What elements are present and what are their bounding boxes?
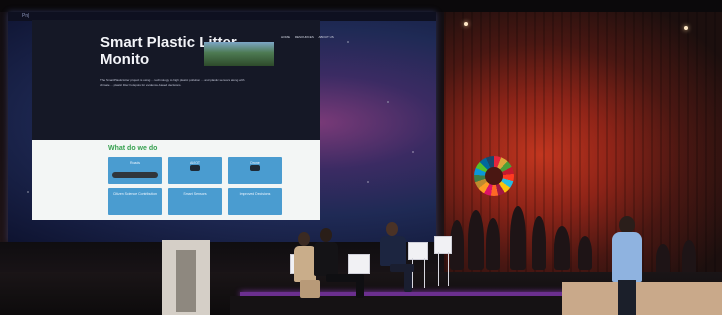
card-ai-iot: AI/IOT [168,157,222,184]
stage-front [230,296,580,315]
drone-icon [250,165,260,171]
card-label: Citizen Science Contribution [113,192,157,196]
panelist-head [386,222,398,236]
panelist-head [320,228,332,242]
conference-stage: Pn| Smart Plastic Litter Monito HOME RES… [0,0,722,315]
camera-icon [190,165,200,171]
speaker-body [612,232,642,282]
spotlight [684,26,688,30]
road-icon [112,172,158,178]
spotlight [464,22,468,26]
ceiling [0,0,722,12]
hero-description: The SmartPlasticLitter project is using … [100,78,245,87]
panelist-head [298,232,310,246]
nav-about: ABOUT US [318,35,334,39]
sdg-wheel-icon [474,156,514,196]
lectern-panel [176,250,196,312]
website-section: What do we do Roads AI/IOT Drone Citizen… [32,140,320,220]
nav-home: HOME [281,35,290,39]
panelist-body [294,246,316,282]
audience [446,200,722,280]
projected-website: Smart Plastic Litter Monito HOME RESOURC… [32,20,334,220]
panelist-legs [300,280,320,298]
speaker-legs [618,280,636,315]
card-label: Improved Decisions [239,192,271,196]
panel-chair [408,242,428,260]
card-label: Smart Sensors [183,192,207,196]
website-hero: Smart Plastic Litter Monito HOME RESOURC… [32,20,334,140]
card-citizen-science: Citizen Science Contribution [108,188,162,215]
section-title: What do we do [108,145,158,152]
card-roads: Roads [108,157,162,184]
back-wall-left [0,242,444,272]
panelist-body [314,242,338,276]
panel-chair [348,254,370,274]
card-smart-sensors: Smart Sensors [168,188,222,215]
card-label: Roads [129,161,141,165]
hero-photo [204,42,274,66]
podium [562,282,722,315]
card-improved-decisions: Improved Decisions [228,188,282,215]
projection-screen: Pn| Smart Plastic Litter Monito HOME RES… [8,12,436,242]
panelist-body [380,236,406,266]
nav-resources: RESOURCES [294,35,314,39]
card-drone: Drone [228,157,282,184]
browser-tab-label: Pn| [22,13,30,19]
panel-chair [434,236,452,254]
website-nav: HOME RESOURCES ABOUT US [281,35,338,39]
